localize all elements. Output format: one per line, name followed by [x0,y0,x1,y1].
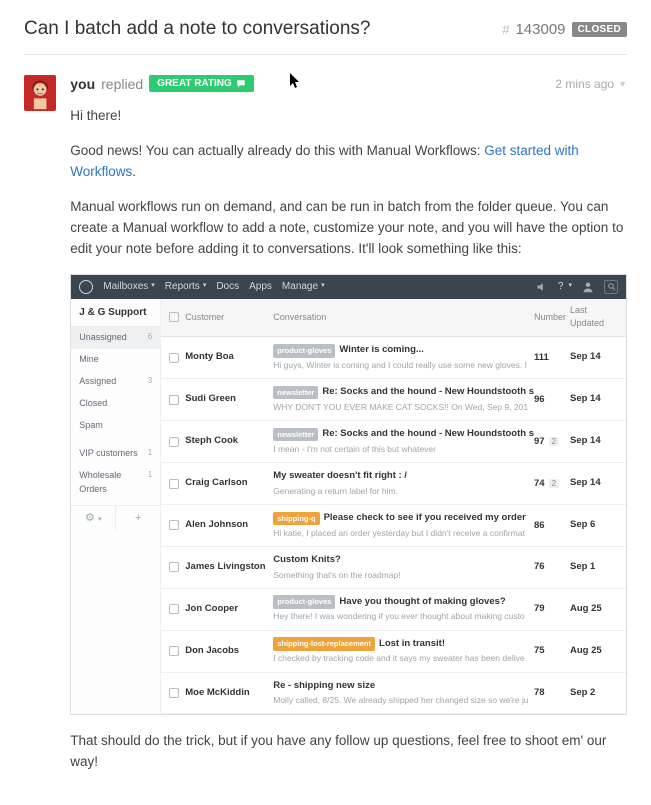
nav-reports[interactable]: Reports▾ [165,279,207,295]
ticket-hash: # [502,22,509,37]
row-checkbox[interactable] [169,353,179,363]
author-action: replied [101,76,143,92]
table-row[interactable]: Don Jacobsshipping-lost-replacementLost … [161,631,626,673]
msg-p1: Hi there! [70,106,627,127]
embedded-screenshot: Mailboxes▾ Reports▾ Docs Apps Manage▾ ?▾ [70,274,627,716]
sidebar-item[interactable]: Spam [71,415,160,437]
table-row[interactable]: Steph CooknewsletterRe: Socks and the ho… [161,421,626,463]
col-updated[interactable]: Last Updated [570,304,618,332]
table-row[interactable]: Jon Cooperproduct-glovesHave you thought… [161,589,626,631]
row-checkbox[interactable] [169,520,179,530]
sidebar-item[interactable]: Unassigned6 [71,327,160,349]
row-checkbox[interactable] [169,479,179,489]
sidebar-item[interactable]: Assigned3 [71,371,160,393]
sidebar-add-icon[interactable]: + [116,506,160,531]
row-checkbox[interactable] [169,395,179,405]
msg-p4: That should do the trick, but if you hav… [70,731,627,773]
page-title: Can I batch add a note to conversations? [24,18,370,40]
status-badge: CLOSED [572,22,627,37]
rating-badge: GREAT RATING [149,75,254,92]
sidebar-item[interactable]: VIP customers1 [71,443,160,465]
app-logo-icon [79,280,93,294]
sidebar-gear-icon[interactable]: ⚙ ▾ [71,506,116,531]
msg-p2: Good news! You can actually already do t… [70,141,627,183]
row-checkbox[interactable] [169,646,179,656]
sound-icon[interactable] [536,281,548,293]
select-all-checkbox[interactable] [169,312,179,322]
table-row[interactable]: Moe McKiddinRe - shipping new sizeMolly … [161,673,626,715]
table-row[interactable]: Monty Boaproduct-glovesWinter is coming.… [161,337,626,379]
sidebar-item[interactable]: Mine [71,349,160,371]
col-number[interactable]: Number [534,311,570,325]
row-checkbox[interactable] [169,604,179,614]
col-conversation[interactable]: Conversation [273,311,534,325]
nav-docs[interactable]: Docs [216,279,239,295]
mailbox-title: J & G Support [71,299,160,328]
col-customer[interactable]: Customer [185,311,273,325]
sidebar-item[interactable]: Wholesale Orders1 [71,465,160,501]
sidebar-item[interactable]: Closed [71,393,160,415]
row-checkbox[interactable] [169,437,179,447]
table-row[interactable]: Alen Johnsonshipping-qPlease check to se… [161,505,626,547]
nav-manage[interactable]: Manage▾ [282,279,325,295]
user-icon[interactable] [582,281,594,293]
table-row[interactable]: James LivingstonCustom Knits?Something t… [161,547,626,589]
timestamp[interactable]: 2 mins ago ▼ [555,77,627,91]
nav-mailboxes[interactable]: Mailboxes▾ [103,279,155,295]
nav-apps[interactable]: Apps [249,279,272,295]
ticket-number: 143009 [515,21,565,38]
msg-p3: Manual workflows run on demand, and can … [70,197,627,260]
row-checkbox[interactable] [169,562,179,572]
chat-icon [236,79,246,89]
help-icon[interactable]: ?▾ [558,279,572,295]
table-row[interactable]: Sudi GreennewsletterRe: Socks and the ho… [161,379,626,421]
search-icon[interactable] [604,280,618,294]
table-row[interactable]: Craig CarlsonMy sweater doesn't fit righ… [161,463,626,505]
cursor-icon [290,73,302,94]
author-name: you [70,76,95,92]
row-checkbox[interactable] [169,688,179,698]
chevron-down-icon: ▼ [618,79,627,89]
avatar [24,75,56,111]
